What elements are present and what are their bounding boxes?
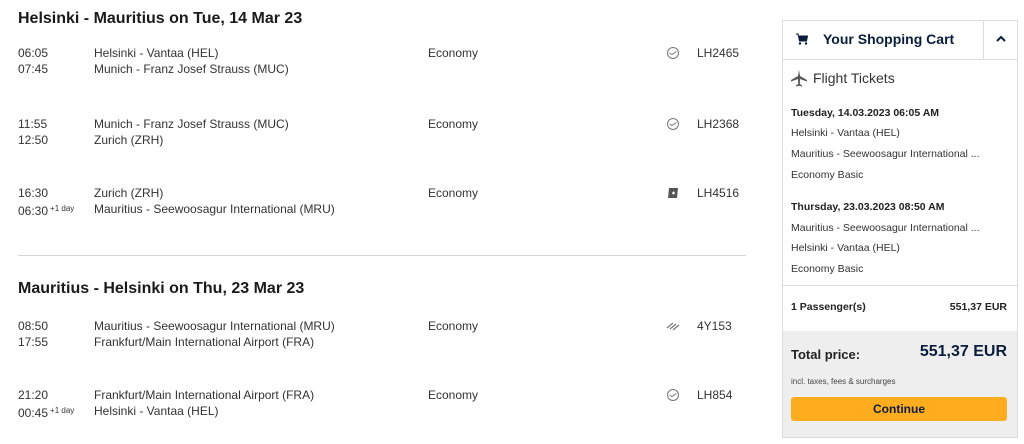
journey-divider xyxy=(18,255,746,256)
inbound-fare: Economy Basic xyxy=(791,263,864,275)
outbound-date: Tuesday, 14.03.2023 06:05 AM xyxy=(791,107,940,119)
departure-time: 16:30 xyxy=(18,186,49,200)
inbound-from: Mauritius - Seewoosagur International ..… xyxy=(791,222,980,234)
cabin-class: Economy xyxy=(428,46,479,60)
flight-number: LH4516 xyxy=(697,186,740,200)
departure-airport: Zurich (ZRH) xyxy=(94,186,164,200)
lufthansa-crane-icon xyxy=(667,47,679,59)
arrival-airport: Munich - Franz Josef Strauss (MUC) xyxy=(94,62,289,76)
cart-header[interactable]: Your Shopping Cart xyxy=(783,21,1017,60)
chevron-up-icon xyxy=(996,35,1006,42)
arrival-time: 12:50 xyxy=(18,133,49,147)
departure-time: 11:55 xyxy=(18,117,48,131)
cabin-class: Economy xyxy=(428,117,479,131)
passenger-count: 1 Passenger(s) xyxy=(791,301,866,313)
arrival-airport: Helsinki - Vantaa (HEL) xyxy=(94,404,219,418)
flight-tickets-label: Flight Tickets xyxy=(813,70,895,86)
arrival-time: 07:45 xyxy=(18,62,49,76)
shopping-cart: Your Shopping Cart Flight Tickets Tuesda… xyxy=(782,20,1018,438)
cabin-class: Economy xyxy=(428,319,479,333)
departure-airport: Frankfurt/Main International Airport (FR… xyxy=(94,388,315,402)
cart-collapse-button[interactable] xyxy=(983,21,1018,59)
airplane-icon xyxy=(791,70,807,87)
cart-divider xyxy=(783,285,1017,286)
continue-button[interactable]: Continue xyxy=(791,397,1007,421)
flight-number: LH2465 xyxy=(697,46,740,60)
next-day-marker: +1 day xyxy=(50,406,75,415)
inbound-to: Helsinki - Vantaa (HEL) xyxy=(791,242,900,254)
departure-airport: Mauritius - Seewoosagur International (M… xyxy=(94,319,335,333)
departure-time: 21:20 xyxy=(18,388,49,402)
discover-wings-icon xyxy=(666,322,680,331)
lufthansa-crane-icon xyxy=(667,389,679,401)
inbound-title: Mauritius - Helsinki on Thu, 23 Mar 23 xyxy=(18,280,305,297)
outbound-title: Helsinki - Mauritius on Tue, 14 Mar 23 xyxy=(18,10,303,27)
outbound-to: Mauritius - Seewoosagur International ..… xyxy=(791,148,980,160)
arrival-time: 17:55 xyxy=(18,335,49,349)
outbound-fare: Economy Basic xyxy=(791,169,864,181)
arrival-airport: Zurich (ZRH) xyxy=(94,133,164,147)
lufthansa-crane-icon xyxy=(667,118,679,130)
departure-airport: Munich - Franz Josef Strauss (MUC) xyxy=(94,117,289,131)
departure-airport: Helsinki - Vantaa (HEL) xyxy=(94,46,219,60)
next-day-marker: +1 day xyxy=(50,204,75,213)
arrival-airport: Mauritius - Seewoosagur International (M… xyxy=(94,202,335,216)
passenger-price: 551,37 EUR xyxy=(949,301,1007,313)
arrival-time: 06:30 xyxy=(18,204,49,218)
cabin-class: Economy xyxy=(428,388,479,402)
cart-title: Your Shopping Cart xyxy=(823,31,955,47)
cart-icon xyxy=(796,33,809,45)
swiss-logo-icon xyxy=(668,188,678,198)
arrival-airport: Frankfurt/Main International Airport (FR… xyxy=(94,335,315,349)
flight-number: LH2368 xyxy=(697,117,740,131)
total-note: incl. taxes, fees & surcharges xyxy=(791,377,896,386)
inbound-date: Thursday, 23.03.2023 08:50 AM xyxy=(791,201,945,213)
flight-number: LH854 xyxy=(697,388,733,402)
total-price: 551,37 EUR xyxy=(919,343,1007,360)
outbound-from: Helsinki - Vantaa (HEL) xyxy=(791,127,900,139)
departure-time: 06:05 xyxy=(18,46,49,60)
flight-number: 4Y153 xyxy=(697,319,732,333)
total-label: Total price: xyxy=(791,347,861,362)
cabin-class: Economy xyxy=(428,186,479,200)
departure-time: 08:50 xyxy=(18,319,49,333)
arrival-time: 00:45 xyxy=(18,406,49,420)
total-box: Total price: 551,37 EUR incl. taxes, fee… xyxy=(783,331,1017,437)
